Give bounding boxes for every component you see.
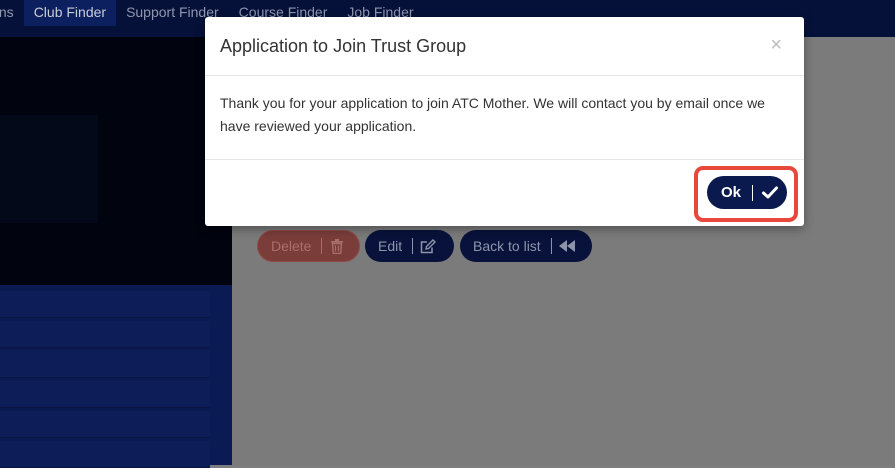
back-to-list-label: Back to list (473, 238, 541, 254)
sidebar-item[interactable] (0, 381, 210, 408)
delete-button-label: Delete (271, 238, 312, 254)
application-modal: Application to Join Trust Group × Thank … (205, 17, 804, 226)
edit-button-label: Edit (378, 238, 403, 254)
sidebar (0, 285, 232, 468)
edit-button[interactable]: Edit (365, 230, 454, 262)
modal-body: Thank you for your application to join A… (205, 76, 804, 160)
rewind-icon (552, 240, 582, 252)
close-icon[interactable]: × (770, 35, 782, 55)
back-to-list-button[interactable]: Back to list (460, 230, 592, 262)
sidebar-item[interactable] (0, 291, 210, 318)
delete-button[interactable]: Delete (257, 230, 360, 262)
nav-item-club-finder[interactable]: Club Finder (23, 0, 117, 26)
trash-icon (322, 238, 352, 254)
ok-button-label: Ok (721, 184, 742, 201)
sidebar-item[interactable] (0, 351, 210, 378)
profile-banner (0, 37, 232, 285)
modal-header: Application to Join Trust Group × (205, 17, 804, 76)
banner-image-placeholder (0, 115, 98, 223)
checkmark-icon (753, 186, 787, 199)
ok-button[interactable]: Ok (707, 176, 787, 209)
edit-icon (413, 238, 443, 254)
modal-message: Thank you for your application to join A… (220, 95, 765, 134)
nav-item-options[interactable]: ions (0, 0, 24, 26)
sidebar-item[interactable] (0, 441, 210, 468)
modal-title: Application to Join Trust Group (220, 36, 467, 56)
sidebar-item[interactable] (0, 321, 210, 348)
sidebar-item[interactable] (0, 411, 210, 438)
